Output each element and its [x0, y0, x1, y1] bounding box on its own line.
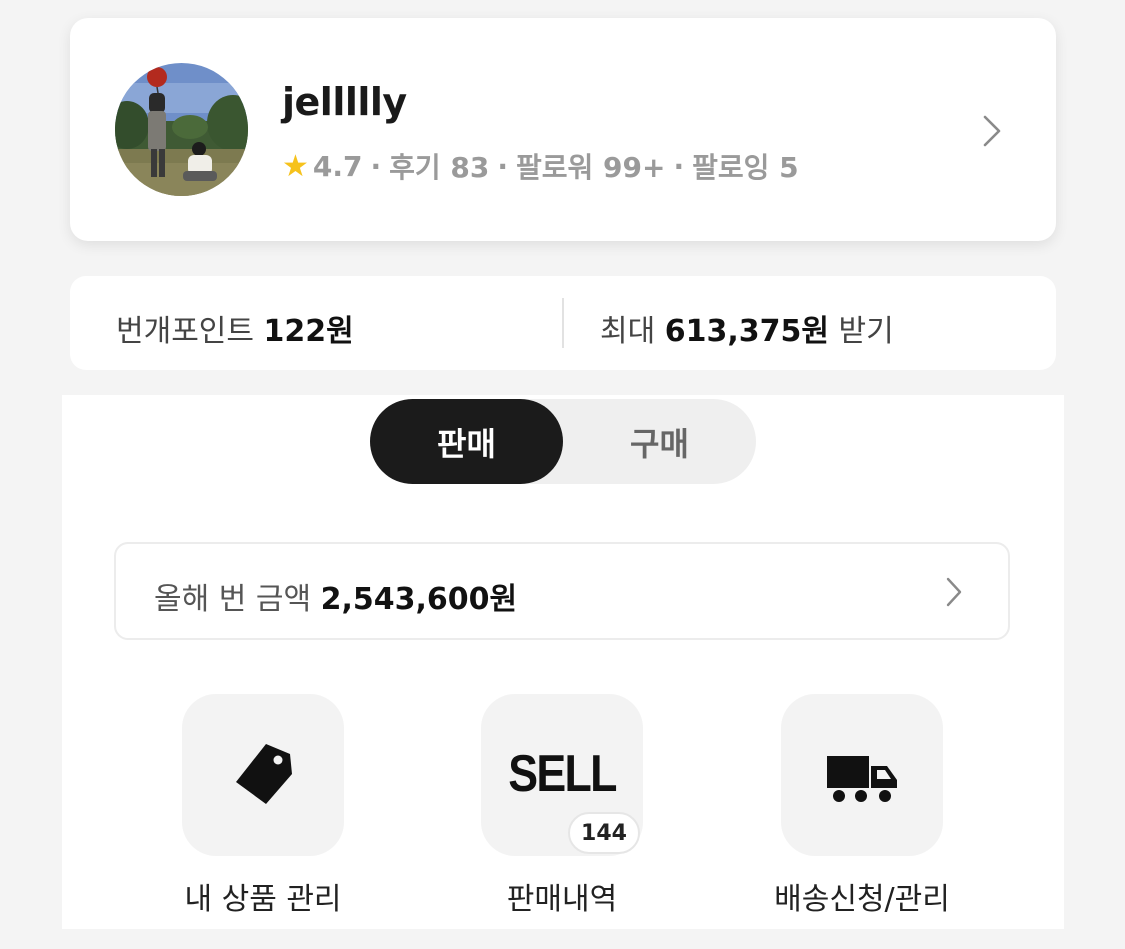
- reviews-count[interactable]: 후기 83: [389, 146, 489, 186]
- separator-dot: ·: [673, 149, 685, 183]
- username: jellllly: [282, 80, 407, 124]
- earnings-value: 2,543,600원: [320, 582, 518, 617]
- rating-value: 4.7: [312, 149, 363, 183]
- price-tag-icon: [236, 744, 292, 804]
- menu-my-products[interactable]: 내 상품 관리: [147, 694, 377, 924]
- truck-icon: [827, 756, 897, 802]
- count-badge: 144: [568, 812, 640, 854]
- points-card: 번개포인트 122원 최대 613,375원 받기: [70, 276, 1056, 370]
- max-value: 613,375원: [664, 314, 829, 349]
- menu-sales-history[interactable]: SELL 144 판매내역: [446, 694, 676, 924]
- chevron-right-icon[interactable]: [980, 114, 1004, 148]
- menu-tile[interactable]: [781, 694, 943, 856]
- points-value: 122원: [263, 314, 354, 349]
- menu-shipping[interactable]: 배송신청/관리: [746, 694, 976, 924]
- max-reward-link[interactable]: 최대 613,375원 받기: [600, 306, 894, 350]
- sell-buy-toggle: 판매 구매: [370, 399, 756, 484]
- sell-icon: SELL: [508, 745, 617, 803]
- separator-dot: ·: [370, 149, 382, 183]
- followers-count[interactable]: 팔로워 99+: [516, 146, 665, 186]
- following-count[interactable]: 팔로잉 5: [692, 146, 799, 186]
- max-suffix: 받기: [838, 314, 894, 349]
- menu-label: 판매내역: [506, 882, 618, 917]
- chevron-right-icon: [946, 577, 962, 607]
- menu-tile[interactable]: [182, 694, 344, 856]
- menu-tile[interactable]: SELL 144: [481, 694, 643, 856]
- points-balance[interactable]: 번개포인트 122원: [116, 306, 354, 350]
- divider: [562, 298, 564, 348]
- points-label: 번개포인트: [116, 314, 254, 349]
- avatar[interactable]: [115, 63, 248, 196]
- menu-label: 내 상품 관리: [184, 882, 342, 917]
- profile-stats: ★ 4.7 · 후기 83 · 팔로워 99+ · 팔로잉 5: [282, 146, 799, 186]
- earnings-label: 올해 번 금액: [154, 582, 312, 617]
- yearly-earnings-card[interactable]: 올해 번 금액 2,543,600원: [114, 542, 1010, 640]
- menu-label: 배송신청/관리: [774, 882, 950, 917]
- star-icon: ★: [282, 148, 309, 184]
- avatar-photo: [115, 63, 248, 196]
- yearly-earnings: 올해 번 금액 2,543,600원: [154, 574, 517, 618]
- tab-buy[interactable]: 구매: [563, 399, 756, 484]
- profile-card[interactable]: jellllly ★ 4.7 · 후기 83 · 팔로워 99+ · 팔로잉 5: [70, 18, 1056, 241]
- max-prefix: 최대: [600, 314, 656, 349]
- separator-dot: ·: [497, 149, 509, 183]
- tab-sell[interactable]: 판매: [370, 399, 563, 484]
